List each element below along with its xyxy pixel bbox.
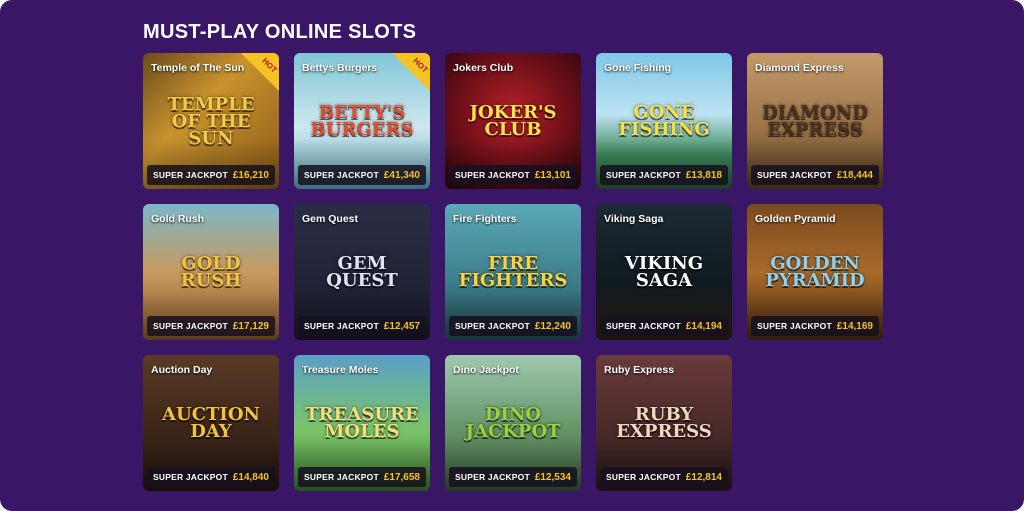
game-logo: FIRE FIGHTERS [458, 253, 568, 291]
game-title: Gold Rush [151, 213, 205, 225]
jackpot-amount: £12,240 [534, 320, 571, 332]
game-logo: AUCTION DAY [162, 404, 260, 442]
game-tile[interactable]: Bettys Burgers BETTY'S BURGERS HOT SUPER JA… [294, 53, 430, 189]
game-logo: DINO JACKPOT [465, 404, 561, 442]
jackpot-bar: SUPER JACKPOT £41,340 [298, 165, 426, 185]
slots-grid: Temple of The Sun TEMPLE of the SUN HOT SUP… [143, 53, 883, 491]
game-tile[interactable]: Viking Saga VIKING SAGA SUPER JACKPOT £14,1… [596, 204, 732, 340]
jackpot-label: SUPER JACKPOT [455, 321, 530, 331]
jackpot-bar: SUPER JACKPOT £13,101 [449, 165, 577, 185]
game-logo: TREASURE MOLES [305, 404, 419, 442]
jackpot-label: SUPER JACKPOT [304, 321, 379, 331]
game-tile[interactable]: Dino Jackpot DINO JACKPOT SUPER JACKPOT £12… [445, 355, 581, 491]
jackpot-label: SUPER JACKPOT [304, 472, 379, 482]
game-tile[interactable]: Gone Fishing GONE FISHING SUPER JACKPOT £13… [596, 53, 732, 189]
game-logo: GOLD RUSH [180, 253, 242, 291]
jackpot-label: SUPER JACKPOT [606, 472, 681, 482]
jackpot-amount: £12,534 [534, 471, 571, 483]
jackpot-label: SUPER JACKPOT [757, 170, 832, 180]
jackpot-amount: £13,818 [685, 169, 722, 181]
game-tile[interactable]: Golden Pyramid GOLDEN PYRAMID SUPER JACKPO… [747, 204, 883, 340]
game-title: Viking Saga [604, 213, 664, 225]
jackpot-bar: SUPER JACKPOT £17,658 [298, 467, 426, 487]
slots-panel: MUST-PLAY ONLINE SLOTS Temple of The Sun… [0, 0, 1024, 511]
jackpot-label: SUPER JACKPOT [606, 170, 681, 180]
jackpot-bar: SUPER JACKPOT £12,534 [449, 467, 577, 487]
game-tile[interactable]: Temple of The Sun TEMPLE of the SUN HOT SUP… [143, 53, 279, 189]
game-tile[interactable]: Fire Fighters FIRE FIGHTERS SUPER JACKPOT £… [445, 204, 581, 340]
jackpot-amount: £12,457 [383, 320, 420, 332]
jackpot-amount: £14,194 [685, 320, 722, 332]
game-logo: TEMPLE of the SUN [167, 93, 255, 149]
section-heading: MUST-PLAY ONLINE SLOTS [143, 21, 417, 43]
jackpot-bar: SUPER JACKPOT £16,210 [147, 165, 275, 185]
jackpot-amount: £16,210 [232, 169, 269, 181]
jackpot-label: SUPER JACKPOT [455, 472, 530, 482]
jackpot-bar: SUPER JACKPOT £18,444 [751, 165, 879, 185]
jackpot-amount: £13,101 [534, 169, 571, 181]
jackpot-label: SUPER JACKPOT [153, 472, 228, 482]
game-logo: JOKER'S CLUB [469, 102, 557, 140]
game-title: Gone Fishing [604, 62, 672, 74]
jackpot-label: SUPER JACKPOT [606, 321, 681, 331]
game-title: Bettys Burgers [302, 62, 378, 74]
jackpot-label: SUPER JACKPOT [153, 321, 228, 331]
jackpot-amount: £41,340 [383, 169, 420, 181]
jackpot-amount: £14,169 [836, 320, 873, 332]
game-title: Temple of The Sun [151, 62, 245, 74]
game-tile[interactable]: Gold Rush GOLD RUSH SUPER JACKPOT £17,129 [143, 204, 279, 340]
game-tile[interactable]: Auction Day AUCTION DAY SUPER JACKPOT £14,8… [143, 355, 279, 491]
game-title: Dino Jackpot [453, 364, 519, 376]
jackpot-amount: £14,840 [232, 471, 269, 483]
game-title: Gem Quest [302, 213, 359, 225]
game-logo: DIAMOND EXPRESS [762, 102, 868, 140]
game-logo: GEM QUEST [326, 253, 398, 291]
jackpot-bar: SUPER JACKPOT £13,818 [600, 165, 728, 185]
game-logo: RUBY EXPRESS [616, 404, 712, 442]
game-tile[interactable]: Treasure Moles TREASURE MOLES SUPER JACKPO… [294, 355, 430, 491]
game-title: Diamond Express [755, 62, 844, 74]
jackpot-amount: £17,658 [383, 471, 420, 483]
jackpot-bar: SUPER JACKPOT £12,240 [449, 316, 577, 336]
jackpot-bar: SUPER JACKPOT £14,840 [147, 467, 275, 487]
jackpot-bar: SUPER JACKPOT £14,194 [600, 316, 728, 336]
game-tile[interactable]: Ruby Express RUBY EXPRESS SUPER JACKPOT £12… [596, 355, 732, 491]
jackpot-label: SUPER JACKPOT [153, 170, 228, 180]
game-logo: GONE FISHING [618, 102, 710, 140]
game-logo: GOLDEN PYRAMID [765, 253, 865, 291]
jackpot-amount: £17,129 [232, 320, 269, 332]
game-tile[interactable]: Gem Quest GEM QUEST SUPER JACKPOT £12,457 [294, 204, 430, 340]
game-title: Jokers Club [453, 62, 514, 74]
game-title: Golden Pyramid [755, 213, 836, 225]
jackpot-bar: SUPER JACKPOT £12,457 [298, 316, 426, 336]
jackpot-bar: SUPER JACKPOT £14,169 [751, 316, 879, 336]
game-title: Auction Day [151, 364, 213, 376]
game-logo: BETTY'S BURGERS [310, 102, 414, 140]
jackpot-amount: £18,444 [836, 169, 873, 181]
game-logo: VIKING SAGA [624, 253, 704, 291]
jackpot-bar: SUPER JACKPOT £12,814 [600, 467, 728, 487]
game-title: Ruby Express [604, 364, 675, 376]
game-tile[interactable]: Diamond Express DIAMOND EXPRESS SUPER JACK… [747, 53, 883, 189]
jackpot-label: SUPER JACKPOT [304, 170, 379, 180]
jackpot-bar: SUPER JACKPOT £17,129 [147, 316, 275, 336]
jackpot-label: SUPER JACKPOT [455, 170, 530, 180]
game-title: Treasure Moles [302, 364, 379, 376]
game-title: Fire Fighters [453, 213, 517, 225]
game-tile[interactable]: Jokers Club JOKER'S CLUB SUPER JACKPOT £13,… [445, 53, 581, 189]
jackpot-label: SUPER JACKPOT [757, 321, 832, 331]
jackpot-amount: £12,814 [685, 471, 722, 483]
